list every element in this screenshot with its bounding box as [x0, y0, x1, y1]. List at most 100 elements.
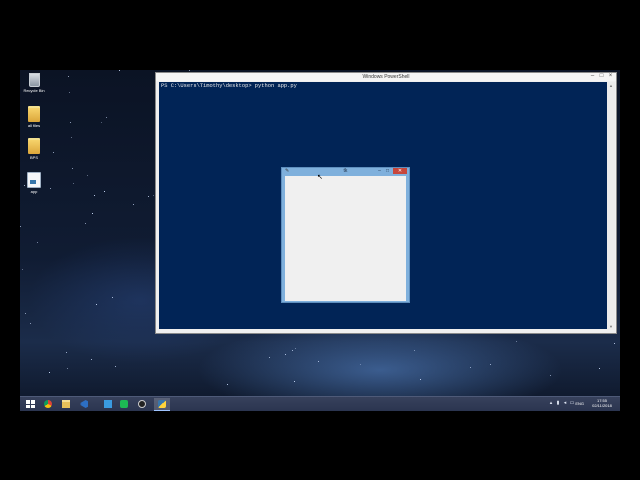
desktop-icon-all-files[interactable]: all files [23, 106, 45, 128]
minimize-button[interactable]: – [588, 73, 597, 80]
desktop-icon-label: all files [27, 123, 41, 128]
star [87, 175, 88, 176]
action-center-icon[interactable]: ▭ [569, 400, 575, 407]
taskbar-spotify[interactable] [116, 398, 132, 410]
desktop-icon-label: Recycle Bin [23, 88, 45, 93]
star [92, 213, 93, 214]
star [66, 352, 67, 353]
star [360, 364, 361, 365]
star [106, 117, 107, 118]
star [20, 226, 21, 227]
star [269, 357, 270, 358]
star [70, 122, 71, 123]
star [115, 366, 116, 367]
tk-close-button[interactable]: ✕ [393, 168, 407, 174]
scroll-up-icon[interactable]: ▲ [607, 82, 615, 89]
star [25, 313, 26, 314]
maximize-button[interactable]: □ [597, 73, 606, 80]
star [420, 379, 421, 380]
command-line: PS C:\Users\Timothy\desktop> python app.… [161, 83, 297, 89]
show-hidden-icons-icon[interactable]: ▴ [548, 400, 554, 407]
spotify-icon [120, 400, 128, 408]
desktop-icon-bps[interactable]: BPS [23, 138, 45, 160]
powershell-titlebar[interactable]: Windows PowerShell – □ × [156, 73, 616, 81]
powershell-title: Windows PowerShell [362, 74, 410, 80]
star [37, 242, 38, 243]
star [295, 348, 296, 349]
star [148, 196, 149, 197]
chrome-icon [44, 400, 52, 408]
star [294, 381, 295, 382]
desktop-icon-recycle-bin[interactable]: Recycle Bin [23, 73, 45, 93]
language-indicator[interactable]: ENG [575, 400, 584, 407]
start-button[interactable] [22, 398, 38, 410]
tk-maximize-button[interactable]: □ [384, 168, 391, 174]
volume-icon[interactable]: ◂ [562, 400, 568, 407]
system-tray: ▴ ▮ ◂ ▭ ENG 17:55 02/11/2018 [548, 397, 618, 411]
tk-minimize-button[interactable]: – [376, 168, 383, 174]
taskbar-visual-studio[interactable] [76, 398, 92, 410]
star [470, 367, 471, 368]
tk-titlebar[interactable]: ✎ tk – □ ✕ [282, 168, 409, 175]
start-icon [26, 400, 35, 408]
star [22, 269, 23, 270]
mouse-cursor-icon: ↖ [317, 174, 323, 181]
tk-window-body[interactable] [285, 176, 406, 301]
star [104, 191, 105, 192]
star [599, 368, 600, 369]
obs-icon [138, 400, 146, 408]
star [490, 364, 491, 365]
recycle-bin-icon [28, 73, 40, 87]
star [119, 70, 120, 71]
taskbar-file-explorer[interactable] [58, 398, 74, 410]
star [414, 350, 415, 351]
star [72, 168, 73, 169]
horizontal-scrollbar[interactable] [159, 329, 607, 332]
taskbar-python[interactable] [154, 398, 170, 411]
star [112, 297, 113, 298]
star [516, 341, 517, 342]
python-file-icon [27, 172, 41, 188]
star [50, 188, 51, 189]
star [96, 304, 97, 305]
star [318, 361, 319, 362]
task-manager-icon [104, 400, 112, 408]
star [69, 92, 70, 93]
close-button[interactable]: × [606, 73, 615, 80]
star [30, 323, 31, 324]
folder-icon [28, 138, 40, 154]
file-explorer-icon [62, 400, 70, 408]
taskbar-task-manager[interactable] [100, 398, 116, 410]
star [189, 70, 190, 71]
tk-window[interactable]: ✎ tk – □ ✕ [281, 167, 410, 303]
star [614, 343, 615, 344]
star [49, 372, 50, 373]
star [133, 204, 134, 205]
star [153, 195, 154, 196]
taskbar-obs[interactable] [134, 398, 150, 410]
star [91, 359, 92, 360]
scroll-down-icon[interactable]: ▼ [607, 323, 615, 330]
star [68, 76, 69, 77]
clock-date: 02/11/2018 [592, 403, 612, 408]
folder-icon [28, 106, 40, 122]
star [67, 368, 68, 369]
network-icon[interactable]: ▮ [555, 400, 561, 407]
star [94, 195, 95, 196]
taskbar-chrome[interactable] [40, 398, 56, 410]
desktop-icon-app[interactable]: app [23, 172, 45, 194]
star [101, 122, 102, 123]
taskbar: ▴ ▮ ◂ ▭ ENG 17:55 02/11/2018 [20, 396, 620, 411]
star [550, 375, 551, 376]
star [73, 183, 74, 184]
star [227, 384, 228, 385]
star [53, 152, 54, 153]
star [285, 354, 286, 355]
vertical-scrollbar[interactable]: ▲ ▼ [607, 82, 615, 330]
star [71, 137, 72, 138]
python-icon [158, 400, 166, 408]
clock[interactable]: 17:55 02/11/2018 [588, 398, 616, 408]
star [85, 223, 86, 224]
desktop-icon-label: BPS [29, 155, 38, 160]
visual-studio-icon [80, 400, 88, 408]
